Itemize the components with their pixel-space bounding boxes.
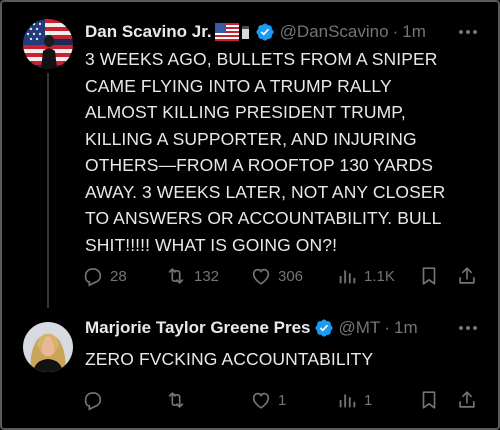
avatar[interactable] (23, 322, 73, 372)
repost-icon (168, 268, 184, 284)
repost-icon (168, 392, 184, 408)
tweet[interactable]: Marjorie Taylor Greene Pres @MT · 1m ZER… (0, 308, 500, 430)
tweet-line: 3 WEEKS AGO, BULLETS FROM A SNIPER (85, 49, 438, 69)
views-count: 1.1K (364, 267, 395, 285)
thread-line (47, 73, 49, 308)
tweet-actions: 28 132 306 1.1K (82, 264, 482, 288)
avatar[interactable] (23, 19, 73, 69)
repost-button[interactable]: 132 (164, 265, 219, 287)
repost-count: 132 (194, 267, 220, 285)
reply-icon (84, 268, 102, 287)
views-button[interactable]: 1.1K (336, 265, 395, 287)
views-icon (339, 394, 356, 408)
flag-emoji (214, 23, 252, 41)
tweet-text: 3 WEEKS AGO, BULLETS FROM A SNIPER CAME … (85, 46, 480, 258)
tweet-line: KILLING A SUPPORTER, AND INJURING (85, 128, 417, 149)
separator: · (384, 318, 390, 337)
views-count: 1 (364, 391, 373, 409)
reply-count: 28 (110, 267, 127, 285)
bookmark-icon (422, 267, 436, 285)
tweet-line: TO ANSWERS OR ACCOUNTABILITY. BULL (85, 208, 442, 228)
share-button[interactable] (456, 389, 478, 411)
more-icon[interactable] (456, 22, 480, 42)
bookmark-button[interactable] (418, 265, 440, 287)
share-icon (459, 267, 475, 284)
timestamp[interactable]: 1m (402, 22, 426, 42)
author-handle[interactable]: @DanScavino (280, 22, 389, 42)
reply-button[interactable]: 28 (82, 265, 127, 287)
heart-icon (252, 392, 270, 409)
bookmark-button[interactable] (418, 389, 440, 411)
like-button[interactable]: 306 (250, 265, 303, 287)
verified-badge-icon (314, 319, 333, 337)
tweet-line: ALMOST KILLING PRESIDENT TRUMP, (85, 102, 406, 122)
like-button[interactable]: 1 (250, 389, 286, 411)
author-name[interactable]: Marjorie Taylor Greene Pres (85, 318, 311, 338)
repost-button[interactable] (164, 389, 194, 411)
share-icon (459, 391, 475, 408)
tweet-line: OTHERS—FROM A ROOFTOP 130 YARDS (85, 155, 433, 175)
tweet-line: ZERO FVCKING ACCOUNTABILITY (85, 349, 374, 369)
tweet-line: AWAY. 3 WEEKS LATER, NOT ANY CLOSER (85, 181, 446, 202)
tweet[interactable]: Dan Scavino Jr. @DanScavino · 1m 3 WEEKS… (0, 0, 500, 308)
tweet-header: Dan Scavino Jr. @DanScavino · 1m (85, 21, 480, 43)
more-icon[interactable] (456, 318, 480, 338)
separator: · (392, 22, 399, 41)
reply-button[interactable] (82, 389, 110, 411)
author-handle[interactable]: @MT (339, 318, 381, 338)
heart-icon (252, 268, 270, 285)
tweet-line: CAME FLYING INTO A TRUMP RALLY (85, 75, 392, 96)
bookmark-icon (422, 391, 436, 409)
reply-icon (84, 392, 102, 411)
author-name[interactable]: Dan Scavino Jr. (85, 22, 212, 42)
views-icon (339, 270, 356, 284)
share-button[interactable] (456, 265, 478, 287)
tweet-actions: 1 1 (82, 388, 482, 412)
tweet-header: Marjorie Taylor Greene Pres @MT · 1m (85, 317, 480, 339)
tweet-text: ZERO FVCKING ACCOUNTABILITY (85, 346, 480, 373)
views-button[interactable]: 1 (336, 389, 372, 411)
tweet-line: SHIT!!!!! WHAT IS GOING ON?! (85, 234, 338, 255)
timestamp[interactable]: 1m (394, 318, 418, 338)
like-count: 1 (278, 391, 287, 409)
verified-badge-icon (256, 23, 274, 41)
like-count: 306 (278, 267, 304, 285)
